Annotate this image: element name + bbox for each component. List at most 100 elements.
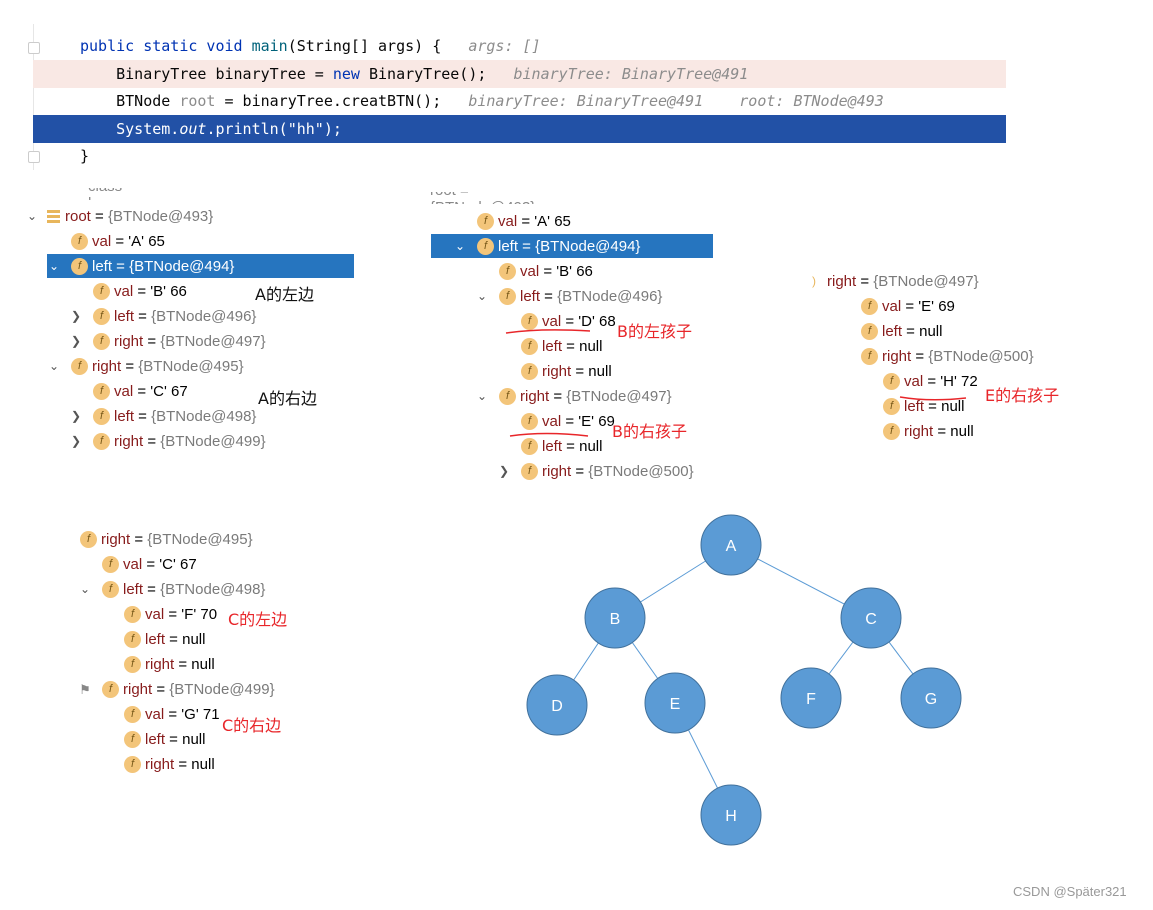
inline-value-hint: binaryTree: BinaryTree@491 root: BTNode@… [468, 92, 884, 110]
row-text: val = 'C' 67 [123, 556, 197, 573]
var-value: null [182, 731, 206, 748]
chevron-right-icon[interactable]: ❯ [69, 404, 83, 429]
code-line[interactable]: public static void main(String[] args) {… [33, 32, 1006, 60]
chevron-down-icon[interactable]: ⌄ [453, 234, 467, 259]
annotation-label: C的右边 [222, 716, 282, 735]
row-text: left = {BTNode@498} [114, 408, 257, 425]
tree-edge [614, 617, 676, 704]
tree-edge [674, 702, 732, 816]
chevron-icon[interactable]: ) [807, 269, 821, 294]
var-value: {BTNode@498} [160, 581, 266, 598]
clipped-row: root = {BTNode@493} [430, 192, 535, 204]
var-value: null [588, 363, 612, 380]
row-text: val = 'B' 66 [114, 283, 187, 300]
chevron-down-icon[interactable]: ⌄ [47, 354, 61, 379]
row-text: val = 'A' 65 [498, 213, 571, 230]
tree-node-circle [526, 674, 588, 736]
tree-node-circle [584, 587, 646, 649]
var-value: {BTNode@497} [160, 333, 266, 350]
var-value: {BTNode@498} [151, 408, 257, 425]
var-name: val [145, 706, 165, 723]
tree-node: B [584, 587, 646, 649]
var-value: {BTNode@499} [160, 433, 266, 450]
row-text: right = null [904, 423, 974, 440]
tree-node: C [840, 587, 902, 649]
code-token: public static void [80, 37, 252, 55]
tree-edge [614, 544, 732, 619]
row-text: left = {BTNode@496} [520, 288, 663, 305]
field-icon: f [93, 383, 110, 400]
code-token: System. [80, 120, 180, 138]
tree-node-label: F [806, 691, 816, 708]
var-name: right [114, 433, 144, 450]
var-value: {BTNode@494} [535, 238, 641, 255]
row-text: val = 'D' 68 [542, 313, 616, 330]
field-icon: f [93, 283, 110, 300]
tree-node-label: E [670, 696, 681, 713]
annotation-label: B的左孩子 [617, 322, 692, 341]
row-text: right = {BTNode@497} [520, 388, 672, 405]
var-name: val [92, 233, 112, 250]
field-icon: f [93, 433, 110, 450]
var-value: {BTNode@493} [107, 208, 214, 225]
var-name: right [827, 273, 857, 290]
code-line[interactable]: } [33, 142, 1006, 170]
tree-node-label: D [551, 698, 563, 715]
chevron-right-icon[interactable]: ❯ [69, 329, 83, 354]
code-token: = binaryTree.creatBTN(); [215, 92, 469, 110]
code-token: (String[] args) { [287, 37, 469, 55]
field-icon: f [124, 631, 141, 648]
var-name: left [542, 438, 563, 455]
chevron-right-icon[interactable]: ❯ [69, 429, 83, 454]
var-name: val [882, 298, 902, 315]
row-text: val = 'A' 65 [92, 233, 165, 250]
row-text: left = {BTNode@498} [123, 581, 266, 598]
var-name: val [498, 213, 518, 230]
chevron-down-icon[interactable]: ⌄ [475, 284, 489, 309]
row-text: right = {BTNode@497} [114, 333, 266, 350]
field-icon: f [861, 323, 878, 340]
chevron-right-icon[interactable]: ❯ [497, 459, 511, 484]
var-name: right [904, 423, 934, 440]
tree-node-circle [700, 784, 762, 846]
row-text: root = {BTNode@493} [65, 208, 214, 225]
row-text: left = null [904, 398, 965, 415]
field-icon: f [124, 656, 141, 673]
var-name: right [92, 358, 122, 375]
tree-node-label: A [726, 538, 737, 555]
code-line[interactable]: BinaryTree binaryTree = new BinaryTree()… [33, 60, 1006, 88]
field-icon: f [861, 348, 878, 365]
code-token: BTNode [80, 92, 180, 110]
chevron-down-icon[interactable]: ⌄ [475, 384, 489, 409]
code-token: .println("hh"); [206, 120, 342, 138]
code-line[interactable]: System.out.println("hh"); [33, 115, 1006, 143]
var-name: left [542, 338, 563, 355]
chevron-down-icon[interactable]: ⌄ [25, 204, 39, 229]
field-icon: f [499, 263, 516, 280]
code-line[interactable]: BTNode root = binaryTree.creatBTN(); bin… [33, 87, 1006, 115]
clipped-row: class has no fields [88, 188, 123, 200]
var-name: right [882, 348, 912, 365]
var-value: null [182, 631, 206, 648]
row-text: right = null [145, 656, 215, 673]
row-text: right = null [145, 756, 215, 773]
var-value: null [579, 438, 603, 455]
var-value: 'D' 68 [578, 313, 616, 330]
field-icon: f [93, 333, 110, 350]
annotation-label: E的右孩子 [985, 386, 1060, 405]
var-name: right [542, 463, 572, 480]
var-name: val [114, 383, 134, 400]
field-icon: f [499, 288, 516, 305]
tree-node-label: B [610, 611, 621, 628]
row-text: left = null [882, 323, 943, 340]
tree-edge [870, 617, 932, 699]
row-text: val = 'B' 66 [520, 263, 593, 280]
tree-node-circle [700, 514, 762, 576]
var-name: val [145, 606, 165, 623]
chevron-right-icon[interactable]: ❯ [69, 304, 83, 329]
annotation-label: A的左边 [255, 285, 314, 304]
annotation-label: B的右孩子 [612, 422, 687, 441]
var-value: {BTNode@499} [169, 681, 275, 698]
chevron-down-icon[interactable]: ⌄ [47, 254, 61, 279]
chevron-down-icon[interactable]: ⌄ [78, 577, 92, 602]
